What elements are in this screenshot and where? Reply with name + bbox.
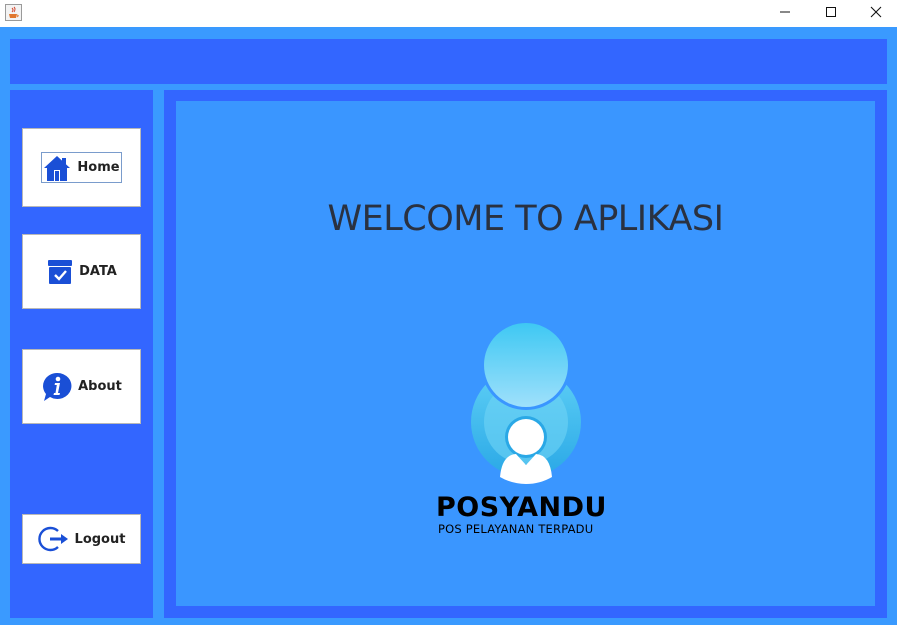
data-button[interactable]: DATA bbox=[22, 234, 141, 309]
info-icon bbox=[43, 372, 72, 401]
home-label: Home bbox=[77, 160, 120, 175]
top-banner bbox=[10, 39, 887, 84]
logout-label: Logout bbox=[74, 531, 126, 547]
minimize-icon bbox=[780, 11, 790, 13]
logo-subtitle: POS PELAYANAN TERPADU bbox=[438, 522, 594, 536]
welcome-heading: WELCOME TO APLIKASI bbox=[327, 199, 724, 239]
logo-title: POSYANDU bbox=[436, 492, 607, 523]
data-box-check-icon bbox=[48, 259, 73, 284]
minimize-button[interactable] bbox=[762, 0, 808, 24]
about-label: About bbox=[78, 379, 122, 394]
home-icon bbox=[44, 155, 71, 181]
java-cup-icon bbox=[5, 4, 22, 21]
logout-icon bbox=[37, 526, 68, 552]
maximize-icon bbox=[826, 7, 836, 17]
window-title-bar bbox=[0, 0, 897, 27]
home-button-focus: Home bbox=[41, 152, 122, 183]
close-button[interactable] bbox=[853, 0, 897, 24]
about-button[interactable]: About bbox=[22, 349, 141, 424]
maximize-button[interactable] bbox=[808, 0, 854, 24]
close-icon bbox=[870, 6, 882, 18]
home-button[interactable]: Home bbox=[22, 128, 141, 207]
logout-button[interactable]: Logout bbox=[22, 514, 141, 564]
data-label: DATA bbox=[79, 264, 117, 279]
